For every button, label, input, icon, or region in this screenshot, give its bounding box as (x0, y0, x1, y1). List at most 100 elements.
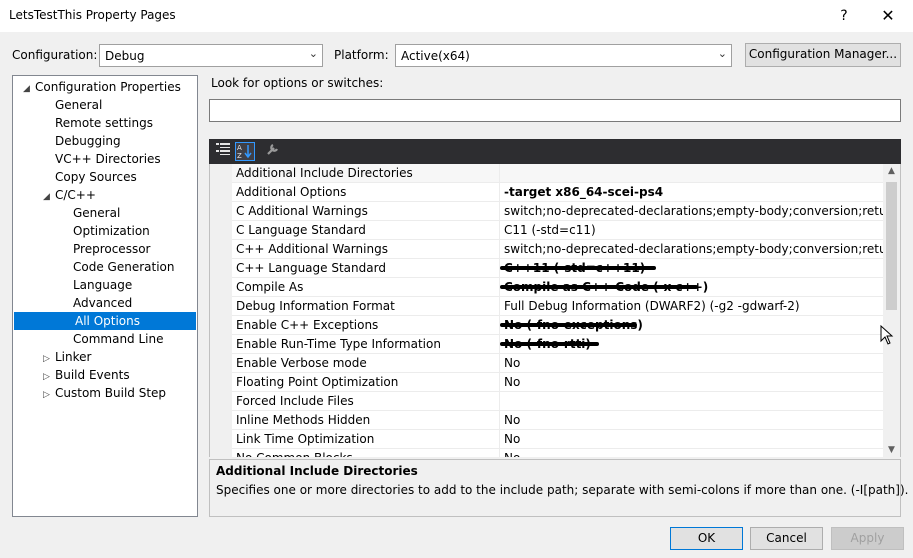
tree-item-preprocessor[interactable]: Preprocessor (61, 240, 150, 258)
column-divider (499, 240, 500, 259)
property-row[interactable]: C++ Language StandardC++11 (-std=c++11) (232, 259, 885, 278)
property-value[interactable]: switch;no-deprecated-declarations;empty-… (504, 204, 884, 218)
svg-text:Z: Z (237, 152, 242, 159)
property-row[interactable]: Link Time Optimization No (232, 430, 885, 449)
description-text: Specifies one or more directories to add… (216, 483, 909, 497)
column-divider (499, 164, 500, 183)
property-value[interactable]: Full Debug Information (DWARF2) (-g2 -gd… (504, 299, 884, 313)
property-row[interactable]: Forced Include Files (232, 392, 885, 411)
property-row[interactable]: Enable C++ ExceptionsNo (-fno-exceptions… (232, 316, 885, 335)
property-row[interactable]: Additional Include Directories (232, 164, 885, 183)
property-value[interactable]: No (504, 375, 884, 389)
property-value[interactable]: No (504, 451, 884, 457)
property-name: Additional Include Directories (236, 166, 413, 180)
collapse-arrow-icon[interactable]: ◢ (43, 188, 55, 206)
property-row[interactable]: Additional Options -target x86_64-scei-ps… (232, 183, 885, 202)
expand-arrow-icon[interactable]: ▷ (43, 386, 55, 404)
configuration-select[interactable]: Debug ⌄ (99, 44, 323, 67)
tree-item-linker[interactable]: ▷ Linker (43, 348, 91, 366)
alphabetical-sort-icon[interactable]: AZ (235, 142, 255, 161)
tree-item-all-options[interactable]: All Options (14, 312, 196, 330)
column-divider (499, 183, 500, 202)
redaction-scribble (500, 342, 599, 346)
property-name: C Additional Warnings (236, 204, 368, 218)
property-name: C++ Language Standard (236, 261, 386, 275)
property-row[interactable]: Debug Information Format Full Debug Infor… (232, 297, 885, 316)
property-row[interactable]: Floating Point Optimization No (232, 373, 885, 392)
property-row[interactable]: C Additional Warnings switch;no-deprecate… (232, 202, 885, 221)
redaction-scribble (500, 285, 698, 289)
property-row[interactable]: No Common Blocks No (232, 449, 885, 457)
property-value[interactable]: No (504, 432, 884, 446)
column-divider (499, 354, 500, 373)
tree-item-language[interactable]: Language (61, 276, 132, 294)
property-name: Compile As (236, 280, 304, 294)
tree-item-label: Linker (55, 350, 92, 364)
column-divider (499, 392, 500, 411)
property-value[interactable]: No (504, 356, 884, 370)
close-button[interactable]: ✕ (876, 4, 900, 28)
property-row[interactable]: Enable Run-Time Type InformationNo (-fno… (232, 335, 885, 354)
scrollbar-thumb[interactable] (886, 182, 897, 310)
property-tree[interactable]: ◢ Configuration Properties General Remote s… (12, 75, 198, 517)
tree-item-custom-build-step[interactable]: ▷ Custom Build Step (43, 384, 166, 402)
cancel-button[interactable]: Cancel (750, 527, 823, 550)
property-name: Floating Point Optimization (236, 375, 399, 389)
column-divider (499, 221, 500, 240)
tree-item-command-line[interactable]: Command Line (61, 330, 164, 348)
tree-item-copy-sources[interactable]: Copy Sources (43, 168, 137, 186)
column-divider (499, 297, 500, 316)
vertical-scrollbar[interactable]: ▲ ▼ (883, 164, 900, 457)
property-name: No Common Blocks (236, 451, 353, 457)
tree-item-code-generation[interactable]: Code Generation (61, 258, 174, 276)
configuration-manager-button[interactable]: Configuration Manager... (745, 43, 901, 67)
search-input[interactable] (209, 99, 901, 122)
tree-item-label: General (55, 98, 103, 112)
mouse-cursor-icon (880, 324, 894, 348)
tree-item-remote-settings[interactable]: Remote settings (43, 114, 153, 132)
scroll-up-icon[interactable]: ▲ (883, 166, 900, 176)
property-grid-toolbar: AZ (209, 139, 901, 164)
tree-item-label: Custom Build Step (55, 386, 167, 400)
tree-item-optimization[interactable]: Optimization (61, 222, 150, 240)
tree-item-vc-directories[interactable]: VC++ Directories (43, 150, 161, 168)
chevron-down-icon: ⌄ (717, 47, 727, 60)
property-row[interactable]: Compile AsCompile as C++ Code (-x c++) (232, 278, 885, 297)
help-button[interactable]: ? (832, 4, 856, 28)
platform-label: Platform: (334, 48, 389, 62)
apply-button[interactable]: Apply (831, 527, 904, 550)
property-value[interactable]: No (504, 413, 884, 427)
tree-item-label: All Options (75, 314, 140, 328)
description-panel: Additional Include Directories Specifies… (209, 459, 908, 517)
tree-item-general[interactable]: General (61, 204, 120, 222)
property-value[interactable]: switch;no-deprecated-declarations;empty-… (504, 242, 884, 256)
categorized-list-icon[interactable] (213, 142, 233, 161)
property-value[interactable]: -target x86_64-scei-ps4 (504, 185, 884, 199)
tree-item-label: Debugging (55, 134, 121, 148)
wrench-icon[interactable] (263, 142, 283, 161)
svg-text:A: A (237, 144, 242, 152)
property-row[interactable]: C++ Additional Warnings switch;no-depreca… (232, 240, 885, 259)
property-row[interactable]: Inline Methods Hidden No (232, 411, 885, 430)
tree-item-c-c[interactable]: ◢ C/C++ (43, 186, 96, 204)
search-label: Look for options or switches: (211, 76, 384, 90)
tree-item-build-events[interactable]: ▷ Build Events (43, 366, 130, 384)
property-row[interactable]: C Language Standard C11 (-std=c11) (232, 221, 885, 240)
redaction-scribble (500, 266, 656, 270)
tree-item-label: Remote settings (55, 116, 153, 130)
tree-item-label: Build Events (55, 368, 130, 382)
window-title: LetsTestThis Property Pages (9, 8, 176, 22)
tree-item-configuration-properties[interactable]: ◢ Configuration Properties (23, 78, 181, 96)
scroll-down-icon[interactable]: ▼ (883, 445, 900, 455)
ok-button[interactable]: OK (670, 527, 743, 550)
platform-select[interactable]: Active(x64) ⌄ (395, 44, 732, 67)
tree-item-label: Language (73, 278, 133, 292)
property-value[interactable]: C11 (-std=c11) (504, 223, 884, 237)
tree-item-advanced[interactable]: Advanced (61, 294, 132, 312)
property-grid[interactable]: Additional Include Directories Additional… (209, 164, 901, 457)
collapse-arrow-icon[interactable]: ◢ (23, 80, 35, 98)
property-row[interactable]: Enable Verbose mode No (232, 354, 885, 373)
property-name: Additional Options (236, 185, 347, 199)
tree-item-debugging[interactable]: Debugging (43, 132, 121, 150)
tree-item-general[interactable]: General (43, 96, 102, 114)
